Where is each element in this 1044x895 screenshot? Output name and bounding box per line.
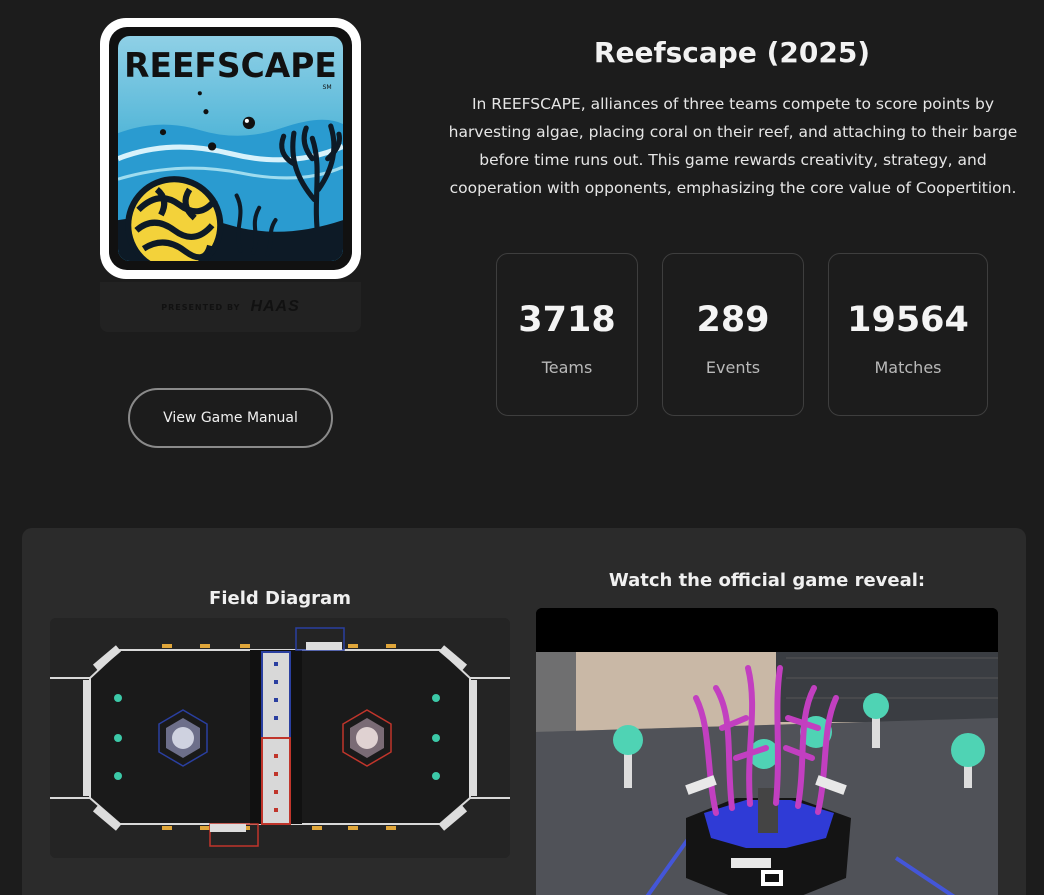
- video-section-title: Watch the official game reveal:: [608, 570, 926, 591]
- stat-card-events: 289 Events: [662, 253, 804, 416]
- sponsor-banner: PRESENTED BY HAAS: [100, 282, 361, 332]
- game-title: Reefscape (2025): [593, 36, 871, 69]
- logo-wordmark: REEFSCAPE: [124, 46, 337, 85]
- game-description: In REEFSCAPE, alliances of three teams c…: [448, 95, 1018, 197]
- game-logo: REEFSCAPE SM: [100, 18, 361, 279]
- stat-card-matches: 19564 Matches: [828, 253, 988, 416]
- field-diagram-title: Field Diagram: [209, 588, 351, 609]
- video-thumbnail-icon: [536, 608, 998, 895]
- stat-label: Matches: [874, 358, 942, 377]
- stat-card-teams: 3718 Teams: [496, 253, 638, 416]
- field-diagram-image: [50, 618, 510, 858]
- reefscape-logo-icon: REEFSCAPE SM: [118, 36, 343, 261]
- stat-label: Teams: [541, 358, 593, 377]
- field-diagram-icon: [50, 618, 510, 858]
- stat-label: Events: [705, 358, 761, 377]
- stat-value: 19564: [847, 300, 969, 340]
- haas-logo-icon: HAAS: [250, 298, 300, 315]
- sponsor-prefix: PRESENTED BY: [161, 302, 241, 312]
- game-reveal-video[interactable]: [536, 608, 998, 895]
- logo-trademark: SM: [323, 84, 332, 91]
- stat-value: 3718: [518, 300, 616, 340]
- view-game-manual-button[interactable]: View Game Manual: [128, 388, 333, 448]
- stat-value: 289: [696, 300, 770, 340]
